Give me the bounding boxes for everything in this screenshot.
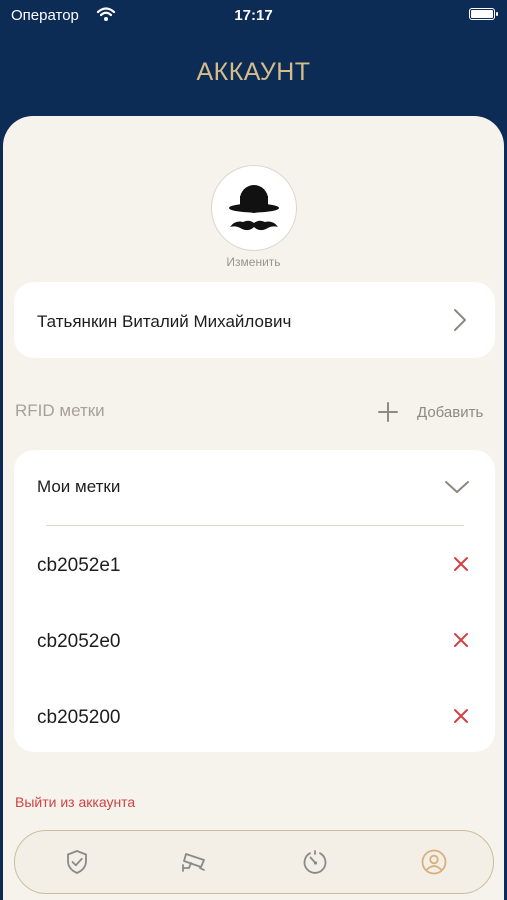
profile-name-row[interactable]: Татьянкин Виталий Михайлович (14, 282, 495, 358)
full-name: Татьянкин Виталий Михайлович (37, 312, 292, 331)
divider (46, 525, 464, 526)
my-tags-title[interactable]: Мои метки (37, 477, 120, 497)
page-title: АККАУНТ (196, 58, 311, 86)
battery-icon (469, 8, 498, 20)
shield-check-icon[interactable] (63, 848, 91, 876)
rfid-tag-row: cb2052e0 (14, 623, 495, 663)
speedometer-icon[interactable] (301, 848, 329, 876)
chevron-right-icon (454, 309, 466, 331)
change-avatar-link[interactable]: Изменить (0, 255, 507, 269)
rfid-tag-row: cb205200 (14, 699, 495, 739)
rfid-tag-code: cb2052e0 (37, 631, 121, 652)
security-camera-icon[interactable] (180, 848, 208, 876)
logout-link[interactable]: Выйти из аккаунта (15, 794, 135, 810)
rfid-section-title: RFID метки (15, 401, 105, 420)
rfid-tag-code: cb2052e1 (37, 555, 121, 576)
status-bar: Оператор 17:17 (0, 0, 507, 34)
add-rfid-label: Добавить (417, 404, 484, 421)
bowler-hat-mustache-icon (229, 185, 279, 231)
close-icon[interactable] (453, 556, 469, 572)
tab-bar (14, 830, 494, 894)
chevron-down-icon[interactable] (444, 480, 470, 495)
rfid-tags-card: Мои метки cb2052e1 cb2052e0 cb205200 (14, 450, 495, 752)
plus-icon (378, 402, 398, 422)
user-icon[interactable] (420, 848, 448, 876)
rfid-tag-row: cb2052e1 (14, 547, 495, 587)
close-icon[interactable] (453, 632, 469, 648)
status-time: 17:17 (234, 7, 273, 24)
rfid-tag-code: cb205200 (37, 707, 121, 728)
close-icon[interactable] (453, 708, 469, 724)
avatar[interactable] (211, 165, 297, 251)
